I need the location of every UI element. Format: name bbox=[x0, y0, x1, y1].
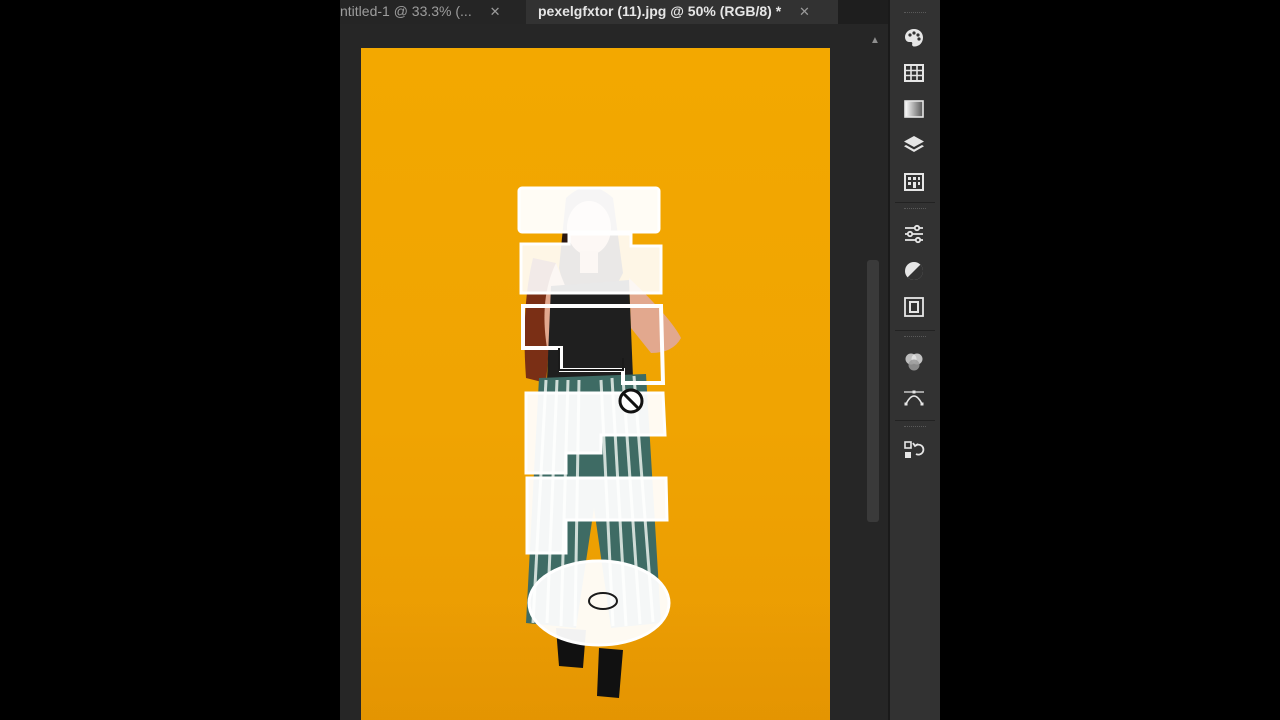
panel-group-separator bbox=[895, 330, 935, 331]
masks-icon[interactable] bbox=[900, 293, 928, 321]
panel-grip[interactable] bbox=[904, 336, 926, 340]
close-icon[interactable]: ✕ bbox=[799, 1, 810, 23]
panel-grip[interactable] bbox=[904, 426, 926, 430]
document-canvas[interactable] bbox=[361, 48, 830, 720]
vertical-scrollbar-thumb[interactable] bbox=[867, 260, 879, 522]
photoshop-window: ntitled-1 @ 33.3% (... ✕ pexelgfxtor (11… bbox=[340, 0, 940, 720]
not-allowed-cursor-icon bbox=[618, 388, 644, 414]
gradient-icon[interactable] bbox=[900, 95, 928, 123]
panel-icon-strip bbox=[890, 0, 940, 720]
swatches-grid-icon[interactable] bbox=[900, 59, 928, 87]
photo-with-selection[interactable] bbox=[361, 48, 830, 720]
adjustments-sliders-icon[interactable] bbox=[900, 220, 928, 248]
color-palette-icon[interactable] bbox=[900, 24, 928, 52]
tab-pexelgfxtor-label: pexelgfxtor (11).jpg @ 50% (RGB/8) * bbox=[538, 3, 782, 19]
history-icon[interactable] bbox=[900, 436, 928, 464]
tab-untitled-1-label: ntitled-1 @ 33.3% (... bbox=[340, 3, 472, 19]
patterns-icon[interactable] bbox=[900, 168, 928, 196]
adjustment-circle-icon[interactable] bbox=[900, 257, 928, 285]
panel-grip[interactable] bbox=[904, 12, 926, 16]
paths-icon[interactable] bbox=[900, 384, 928, 412]
tab-untitled-1[interactable]: ntitled-1 @ 33.3% (... ✕ bbox=[340, 0, 526, 24]
panel-group-separator bbox=[895, 202, 935, 203]
close-icon[interactable]: ✕ bbox=[490, 1, 501, 23]
panel-group-separator bbox=[895, 420, 935, 421]
tab-pexelgfxtor[interactable]: pexelgfxtor (11).jpg @ 50% (RGB/8) * ✕ bbox=[526, 0, 838, 24]
document-tab-bar: ntitled-1 @ 33.3% (... ✕ pexelgfxtor (11… bbox=[340, 0, 890, 24]
channels-icon[interactable] bbox=[900, 348, 928, 376]
canvas-workspace[interactable]: ▲ bbox=[340, 24, 888, 720]
panel-grip[interactable] bbox=[904, 208, 926, 212]
scroll-up-arrow-icon[interactable]: ▲ bbox=[867, 34, 883, 48]
layers-icon[interactable] bbox=[900, 131, 928, 159]
